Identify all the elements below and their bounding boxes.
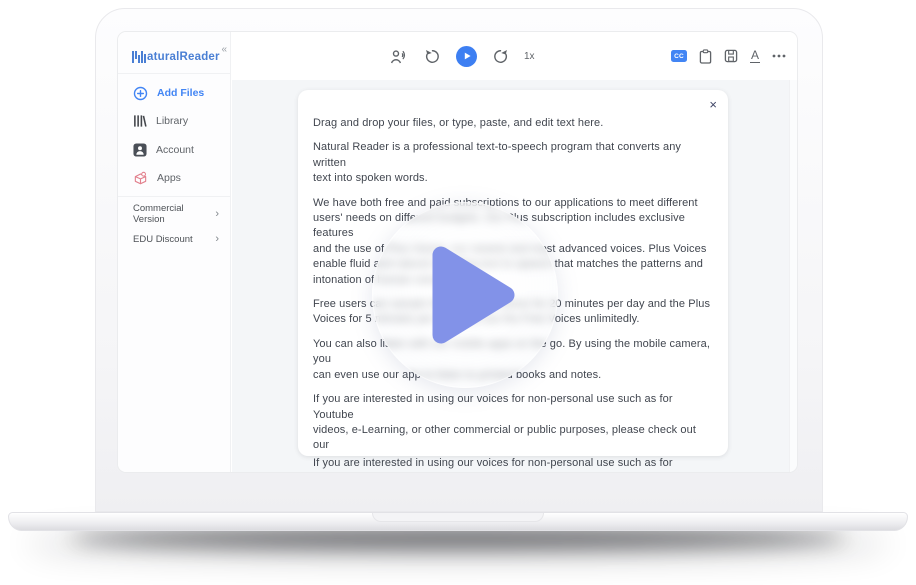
logo-bars-icon: [131, 49, 146, 65]
paragraph-line: Drag and drop your files, or type, paste…: [313, 116, 715, 131]
sidebar-link-edu-discount[interactable]: EDU Discount ›: [118, 228, 230, 250]
paragraph-line: videos, e-Learning, or other commercial …: [313, 423, 715, 454]
text-format-button[interactable]: A: [750, 49, 760, 63]
sidebar-item-add-files[interactable]: Add Files: [118, 80, 230, 106]
apps-icon: [133, 171, 148, 186]
sidebar-item-label: Library: [156, 115, 188, 127]
paragraph: Drag and drop your files, or type, paste…: [313, 116, 715, 131]
more-options-button[interactable]: [772, 54, 786, 58]
account-icon: [133, 143, 147, 157]
sidebar-collapse-icon[interactable]: «: [221, 44, 227, 55]
ellipsis-icon: [772, 54, 786, 58]
paragraph: If you are interested in using our voice…: [313, 392, 715, 454]
logo-text: aturalReader: [147, 49, 220, 65]
play-button[interactable]: [456, 46, 477, 67]
forward-icon: [492, 48, 509, 65]
app-screen: aturalReader « Add Files Library Acco: [118, 32, 797, 472]
sidebar-link-label: EDU Discount: [133, 234, 193, 245]
big-play-icon: [432, 246, 516, 344]
voice-select-button[interactable]: [390, 49, 409, 64]
sidebar-link-label: Commercial Version: [133, 203, 215, 225]
sidebar-item-account[interactable]: Account: [118, 137, 230, 163]
library-icon: [133, 114, 147, 128]
paragraph-line: Natural Reader is a professional text-to…: [313, 140, 715, 171]
save-icon: [724, 49, 738, 63]
sidebar-item-label: Apps: [157, 172, 181, 184]
sidebar-item-label: Add Files: [157, 87, 204, 99]
speed-button[interactable]: 1x: [524, 51, 535, 62]
paragraph-line: text into spoken words.: [313, 171, 715, 186]
paragraph: Natural Reader is a professional text-to…: [313, 140, 715, 186]
app-logo: aturalReader: [131, 49, 220, 65]
paragraph: If you are interested in using our voice…: [313, 456, 715, 472]
clipboard-button[interactable]: [699, 49, 712, 64]
sidebar-divider: [118, 73, 230, 74]
toolbar: 1x CC A: [232, 32, 797, 81]
forward-button[interactable]: [492, 48, 509, 65]
sidebar-link-commercial-version[interactable]: Commercial Version ›: [118, 203, 230, 225]
playback-controls: 1x: [390, 32, 535, 80]
sidebar-item-library[interactable]: Library: [118, 108, 230, 134]
paragraph-line: If you are interested in using our voice…: [313, 456, 715, 472]
sidebar-divider: [118, 196, 230, 197]
cc-toggle-button[interactable]: CC: [671, 50, 687, 62]
sidebar-item-apps[interactable]: Apps: [118, 165, 230, 191]
laptop-base-notch: [372, 513, 544, 522]
paragraph-line: We have both free and paid subscriptions…: [313, 196, 715, 211]
chevron-right-icon: ›: [215, 233, 219, 245]
rewind-icon: [424, 48, 441, 65]
save-button[interactable]: [724, 49, 738, 63]
toolbar-right-controls: CC A: [671, 32, 786, 80]
rewind-button[interactable]: [424, 48, 441, 65]
play-icon: [462, 51, 472, 61]
chevron-right-icon: ›: [215, 208, 219, 220]
speaking-person-icon: [390, 49, 409, 64]
paragraph-line: If you are interested in using our voice…: [313, 392, 715, 423]
clipboard-icon: [699, 49, 712, 64]
add-circle-icon: [133, 86, 148, 101]
video-play-overlay[interactable]: [372, 202, 558, 388]
laptop-base: [8, 512, 908, 531]
sidebar: aturalReader « Add Files Library Acco: [118, 32, 231, 472]
scrollbar-track[interactable]: [789, 80, 797, 472]
close-icon[interactable]: ×: [709, 97, 717, 112]
sidebar-item-label: Account: [156, 144, 194, 156]
